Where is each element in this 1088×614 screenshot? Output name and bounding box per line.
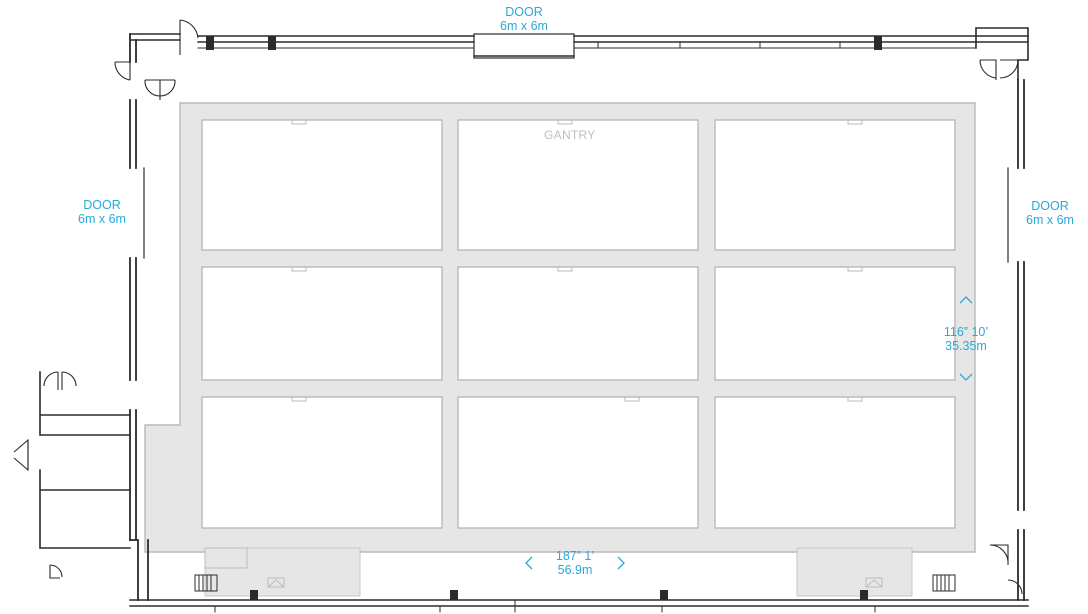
height-dimension-label: 116” 10’ 35.35m <box>926 325 1006 353</box>
top-door-name: DOOR <box>505 5 543 19</box>
height-imperial: 116” 10’ <box>943 325 989 339</box>
bay-r1-c1 <box>201 119 443 251</box>
bay-r3-c1 <box>201 396 443 529</box>
bay-r1-c3 <box>714 119 956 251</box>
left-door-size: 6m x 6m <box>78 212 126 226</box>
chevron-left-icon <box>525 556 533 570</box>
width-imperial: 187” 1’ <box>555 549 595 563</box>
width-dimension-label: 187” 1’ 56.9m <box>540 549 610 577</box>
bay-r2-c1 <box>201 266 443 381</box>
bay-r2-c2 <box>457 266 699 381</box>
top-door-size: 6m x 6m <box>500 19 548 33</box>
height-metric: 35.35m <box>945 339 987 353</box>
left-door-name: DOOR <box>83 198 121 212</box>
bay-r3-c2 <box>457 396 699 529</box>
right-door-size: 6m x 6m <box>1026 213 1074 227</box>
left-door-label: DOOR 6m x 6m <box>52 198 152 226</box>
bay-r2-c3 <box>714 266 956 381</box>
right-door-name: DOOR <box>1031 199 1069 213</box>
gantry-floor <box>145 103 975 552</box>
width-metric: 56.9m <box>557 563 593 577</box>
floor-plan <box>13 19 1029 613</box>
bay-r3-c3 <box>714 396 956 529</box>
top-door-label: DOOR 6m x 6m <box>474 5 574 33</box>
right-door-label: DOOR 6m x 6m <box>1012 199 1088 227</box>
gantry-outline <box>144 102 976 553</box>
gantry-structure <box>144 102 976 553</box>
chevron-right-icon <box>617 556 625 570</box>
gantry-label: GANTRY <box>544 128 596 142</box>
